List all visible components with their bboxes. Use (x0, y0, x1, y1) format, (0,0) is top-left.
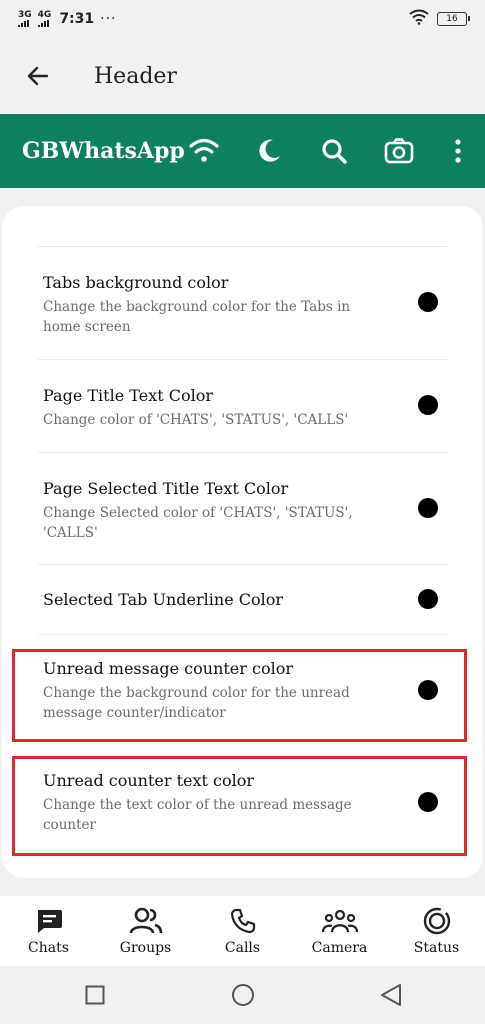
clock: 7:31 (59, 11, 95, 27)
camera-icon[interactable] (383, 135, 415, 167)
signal-bars-icon (18, 20, 29, 27)
groups-icon (129, 906, 163, 936)
circle-icon (231, 984, 254, 1006)
chat-icon (35, 906, 63, 936)
phone-icon (230, 906, 256, 936)
system-back-button[interactable] (376, 980, 406, 1010)
wifi-icon[interactable] (188, 135, 220, 167)
setting-description: Change Selected color of 'CHATS', 'STATU… (43, 505, 353, 541)
square-icon (85, 985, 104, 1005)
back-button[interactable] (18, 56, 58, 96)
status-right: 16 (409, 9, 470, 29)
setting-description: Change the background color for the Tabs… (43, 299, 351, 335)
status-icon (423, 906, 451, 936)
setting-page-selected-title-text-color[interactable]: Page Selected Title Text Color Change Se… (38, 453, 448, 565)
battery-icon: 16 (437, 12, 470, 26)
color-swatch[interactable] (418, 498, 438, 518)
recents-button[interactable] (80, 980, 110, 1010)
setting-title: Unread message counter color (43, 659, 293, 678)
home-button[interactable] (228, 980, 258, 1010)
color-swatch[interactable] (418, 792, 438, 812)
setting-description: Change color of 'CHATS', 'STATUS', 'CALL… (43, 412, 349, 428)
setting-description: Change the text color of the unread mess… (43, 797, 352, 833)
nav-label: Camera (311, 940, 368, 956)
nav-label: Groups (119, 940, 172, 956)
status-bar: 3G 4G 7:31 ··· 16 (0, 0, 485, 38)
color-swatch[interactable] (418, 680, 438, 700)
setting-tabs-background-color[interactable]: Tabs background color Change the backgro… (38, 246, 448, 360)
nav-camera[interactable]: Camera (295, 906, 385, 956)
setting-page-title-text-color[interactable]: Page Title Text Color Change color of 'C… (38, 360, 448, 453)
more-notifications: ··· (100, 11, 117, 27)
bottom-nav: Chats Groups Calls Camera Status (0, 896, 485, 966)
setting-title: Selected Tab Underline Color (43, 590, 284, 609)
color-swatch[interactable] (418, 395, 438, 415)
battery-level: 16 (446, 14, 458, 24)
page-title: Header (94, 63, 177, 89)
community-icon (321, 906, 358, 936)
more-vertical-icon[interactable] (448, 135, 468, 167)
color-swatch[interactable] (418, 292, 438, 312)
setting-unread-message-counter-color[interactable]: Unread message counter color Change the … (38, 635, 448, 747)
color-swatch[interactable] (418, 589, 438, 609)
nav-label: Status (413, 940, 460, 956)
wifi-status-icon (409, 9, 429, 29)
triangle-back-icon (380, 984, 401, 1006)
app-name: GBWhatsApp (22, 138, 185, 164)
page-header: Header (0, 38, 485, 114)
settings-card: Tabs background color Change the backgro… (2, 206, 483, 878)
arrow-left-icon (27, 66, 49, 86)
app-bar-icons (188, 135, 468, 167)
setting-title: Tabs background color (43, 273, 229, 292)
network-label-2: 4G (37, 10, 52, 20)
signal-4g: 4G (37, 10, 52, 27)
setting-title: Page Title Text Color (43, 386, 213, 405)
nav-groups[interactable]: Groups (101, 906, 191, 956)
nav-label: Calls (224, 940, 261, 956)
network-label-1: 3G (18, 10, 32, 20)
nav-status[interactable]: Status (392, 906, 482, 956)
setting-unread-counter-text-color[interactable]: Unread counter text color Change the tex… (38, 754, 448, 858)
signal-3g: 3G (18, 11, 32, 27)
status-left: 3G 4G 7:31 ··· (18, 11, 117, 27)
nav-label: Chats (28, 940, 69, 956)
nav-chats[interactable]: Chats (4, 906, 94, 956)
app-bar-preview: GBWhatsApp (0, 114, 485, 188)
setting-selected-tab-underline-color[interactable]: Selected Tab Underline Color (38, 565, 448, 635)
search-icon[interactable] (318, 135, 350, 167)
signal-bars-icon (37, 20, 49, 27)
system-nav-bar (0, 966, 485, 1024)
setting-title: Unread counter text color (43, 771, 255, 790)
setting-title: Page Selected Title Text Color (43, 479, 289, 498)
setting-description: Change the background color for the unre… (43, 685, 350, 721)
nav-calls[interactable]: Calls (198, 906, 288, 956)
moon-icon[interactable] (253, 135, 285, 167)
